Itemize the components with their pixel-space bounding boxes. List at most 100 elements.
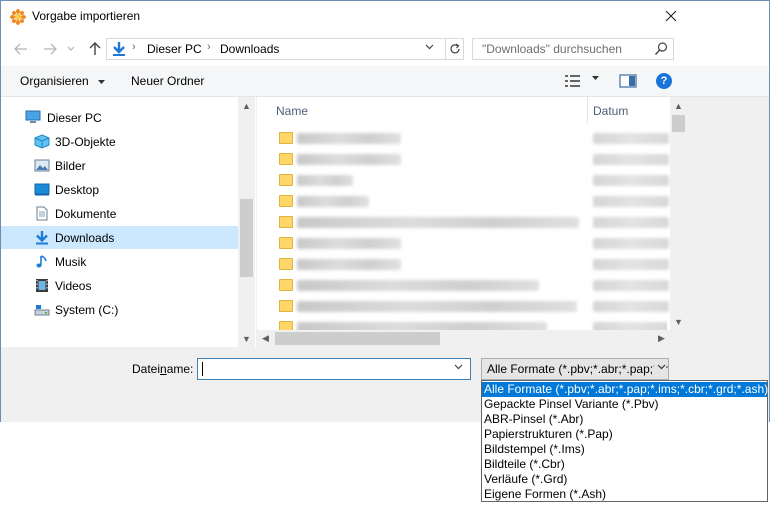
scroll-down-icon[interactable]: ▼ — [670, 313, 687, 330]
scroll-down-icon[interactable]: ▼ — [238, 330, 255, 347]
column-divider[interactable] — [587, 97, 588, 123]
file-list-vertical-scrollbar[interactable]: ▲ ▼ — [670, 97, 687, 330]
vertical-scroll-thumb[interactable] — [672, 115, 685, 132]
file-row[interactable] — [257, 318, 667, 330]
new-folder-button[interactable]: Neuer Ordner — [131, 74, 204, 88]
file-date-redacted — [593, 133, 669, 144]
file-type-option[interactable]: Papierstrukturen (*.Pap) — [482, 427, 767, 442]
scroll-right-icon[interactable]: ▶ — [653, 330, 670, 347]
help-icon[interactable]: ? — [656, 73, 672, 89]
organize-button[interactable]: Organisieren — [20, 74, 106, 88]
close-button[interactable] — [653, 4, 689, 28]
file-list-horizontal-scrollbar[interactable]: ◀ ▶ — [257, 330, 687, 347]
file-type-option[interactable]: Bildteile (*.Cbr) — [482, 457, 767, 472]
caret-down-icon — [592, 76, 599, 80]
nav-item-this-pc[interactable]: Dieser PC — [1, 106, 238, 129]
horizontal-scroll-thumb[interactable] — [275, 332, 440, 345]
file-row[interactable] — [257, 213, 669, 234]
nav-label: 3D-Objekte — [55, 135, 116, 149]
file-date-redacted — [593, 280, 669, 291]
nav-item-pictures[interactable]: Bilder — [1, 154, 238, 177]
3d-objects-icon — [34, 134, 50, 149]
music-icon — [36, 255, 47, 268]
nav-item-music[interactable]: Musik — [1, 250, 238, 273]
file-row[interactable] — [257, 129, 669, 150]
chevron-down-icon — [657, 364, 666, 370]
nav-label: System (C:) — [55, 303, 119, 317]
filename-history-dropdown[interactable] — [454, 362, 463, 373]
scroll-up-icon[interactable]: ▲ — [670, 97, 687, 114]
file-row[interactable] — [257, 171, 669, 192]
nav-item-videos[interactable]: Videos — [1, 274, 238, 297]
nav-item-desktop[interactable]: Desktop — [1, 178, 238, 201]
forward-button[interactable] — [41, 40, 59, 58]
search-icon[interactable] — [654, 41, 668, 57]
file-type-dropdown-button[interactable] — [654, 362, 666, 373]
file-name-redacted — [297, 259, 401, 270]
documents-icon — [36, 206, 48, 221]
downloads-icon — [36, 231, 48, 245]
breadcrumb-separator-icon[interactable]: › — [207, 41, 211, 53]
nav-item-3d-objects[interactable]: 3D-Objekte — [1, 130, 238, 153]
file-type-option[interactable]: Bildstempel (*.Ims) — [482, 442, 767, 457]
text-caret — [202, 362, 203, 376]
breadcrumb-separator-icon[interactable]: › — [132, 41, 136, 53]
preview-pane-icon[interactable] — [619, 74, 637, 88]
address-history-button[interactable] — [425, 41, 434, 53]
scroll-left-icon[interactable]: ◀ — [257, 330, 274, 347]
file-row[interactable] — [257, 276, 669, 297]
filename-label: Dateiname: — [132, 362, 194, 376]
column-header-name[interactable]: Name — [276, 104, 308, 130]
recent-locations-button[interactable] — [65, 40, 77, 58]
view-options-icon[interactable] — [564, 74, 582, 88]
nav-item-downloads[interactable]: Downloads — [1, 226, 238, 249]
file-type-option[interactable]: ABR-Pinsel (*.Abr) — [482, 412, 767, 427]
file-date-redacted — [593, 322, 667, 330]
address-bar[interactable]: › Dieser PC › Downloads — [106, 38, 464, 60]
file-type-option[interactable]: Verläufe (*.Grd) — [482, 472, 767, 487]
column-header-date[interactable]: Datum — [593, 104, 628, 130]
title-bar[interactable]: Vorgabe importieren — [1, 1, 769, 32]
file-row[interactable] — [257, 150, 669, 171]
file-type-select[interactable]: Alle Formate (*.pbv;*.abr;*.pap;*.ims;*.… — [481, 358, 669, 380]
nav-item-system-drive[interactable]: System (C:) — [1, 298, 238, 321]
arrow-right-icon — [44, 43, 57, 55]
file-row[interactable] — [257, 297, 669, 318]
drive-icon — [34, 305, 50, 316]
back-button[interactable] — [12, 40, 30, 58]
scroll-up-icon[interactable]: ▲ — [238, 97, 255, 114]
organize-label: Organisieren — [20, 74, 89, 88]
file-row[interactable] — [257, 255, 669, 276]
nav-label: Desktop — [55, 183, 100, 197]
view-options-dropdown[interactable] — [591, 73, 600, 84]
search-placeholder: "Downloads" durchsuchen — [482, 42, 622, 56]
file-type-option[interactable]: Eigene Formen (*.Ash) — [482, 487, 767, 502]
search-input[interactable]: "Downloads" durchsuchen — [472, 38, 674, 60]
refresh-button[interactable] — [445, 39, 463, 59]
caret-down-icon — [98, 80, 106, 84]
file-type-option[interactable]: Gepackte Pinsel Variante (*.Pbv) — [482, 397, 767, 412]
nav-scroll-thumb[interactable] — [240, 199, 253, 277]
nav-label: Bilder — [55, 159, 86, 173]
desktop-icon — [34, 183, 50, 196]
file-row[interactable] — [257, 192, 669, 213]
chevron-down-icon — [454, 364, 463, 370]
nav-label: Dokumente — [55, 207, 117, 221]
arrow-up-icon — [89, 42, 101, 55]
file-date-redacted — [593, 259, 669, 270]
filename-input[interactable] — [197, 358, 471, 380]
nav-label: Musik — [55, 255, 87, 269]
file-name-redacted — [297, 196, 369, 207]
file-name-redacted — [297, 217, 579, 228]
chevron-down-icon — [67, 46, 75, 51]
file-row[interactable] — [257, 234, 669, 255]
file-type-option[interactable]: Alle Formate (*.pbv;*.abr;*.pap;*.ims;*.… — [482, 382, 768, 397]
breadcrumb-this-pc[interactable]: Dieser PC — [147, 42, 202, 56]
folder-icon — [279, 132, 293, 144]
file-name-redacted — [297, 175, 353, 186]
up-button[interactable] — [86, 40, 104, 58]
nav-item-documents[interactable]: Dokumente — [1, 202, 238, 225]
nav-scrollbar[interactable]: ▲ ▼ — [238, 97, 255, 347]
videos-icon — [36, 279, 48, 292]
breadcrumb-downloads[interactable]: Downloads — [220, 42, 279, 56]
